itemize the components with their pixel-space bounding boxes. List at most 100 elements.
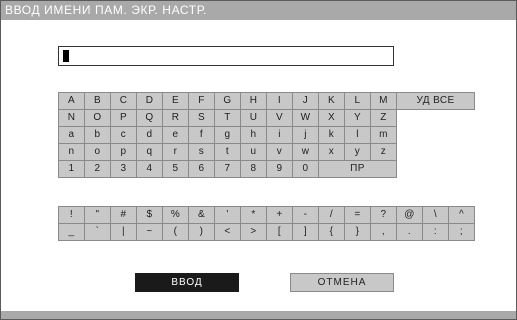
- char-key[interactable]: Z: [371, 110, 397, 127]
- symbol-key[interactable]: @: [397, 207, 423, 224]
- delete-all-key[interactable]: УД ВСЕ: [397, 93, 475, 110]
- symbol-key[interactable]: .: [397, 224, 423, 241]
- char-key[interactable]: r: [163, 144, 189, 161]
- char-key[interactable]: Y: [345, 110, 371, 127]
- char-key[interactable]: w: [293, 144, 319, 161]
- char-key[interactable]: k: [319, 127, 345, 144]
- char-key[interactable]: L: [345, 93, 371, 110]
- symbol-key[interactable]: }: [345, 224, 371, 241]
- char-key[interactable]: e: [163, 127, 189, 144]
- symbol-key[interactable]: _: [59, 224, 85, 241]
- symbol-key[interactable]: $: [137, 207, 163, 224]
- char-key[interactable]: 6: [189, 161, 215, 178]
- char-key[interactable]: y: [345, 144, 371, 161]
- char-key[interactable]: T: [215, 110, 241, 127]
- char-key[interactable]: d: [137, 127, 163, 144]
- symbol-key[interactable]: %: [163, 207, 189, 224]
- char-key[interactable]: p: [111, 144, 137, 161]
- symbol-key[interactable]: /: [319, 207, 345, 224]
- char-key[interactable]: M: [371, 93, 397, 110]
- symbol-key[interactable]: {: [319, 224, 345, 241]
- char-key[interactable]: O: [85, 110, 111, 127]
- char-key[interactable]: l: [345, 127, 371, 144]
- char-key[interactable]: U: [241, 110, 267, 127]
- char-key[interactable]: A: [59, 93, 85, 110]
- char-key[interactable]: I: [267, 93, 293, 110]
- char-key[interactable]: b: [85, 127, 111, 144]
- symbol-key[interactable]: ?: [371, 207, 397, 224]
- symbol-key[interactable]: &: [189, 207, 215, 224]
- char-key[interactable]: Q: [137, 110, 163, 127]
- symbol-key[interactable]: >: [241, 224, 267, 241]
- char-key[interactable]: B: [85, 93, 111, 110]
- char-key[interactable]: j: [293, 127, 319, 144]
- cancel-button[interactable]: ОТМЕНА: [290, 273, 394, 292]
- symbol-key[interactable]: ,: [371, 224, 397, 241]
- char-key[interactable]: q: [137, 144, 163, 161]
- symbol-key[interactable]: ~: [137, 224, 163, 241]
- char-key[interactable]: J: [293, 93, 319, 110]
- char-key[interactable]: h: [241, 127, 267, 144]
- char-key[interactable]: V: [267, 110, 293, 127]
- char-key[interactable]: 9: [267, 161, 293, 178]
- char-key[interactable]: R: [163, 110, 189, 127]
- char-key[interactable]: D: [137, 93, 163, 110]
- char-key[interactable]: i: [267, 127, 293, 144]
- char-key[interactable]: u: [241, 144, 267, 161]
- char-key[interactable]: K: [319, 93, 345, 110]
- space-key[interactable]: ПР: [319, 161, 397, 178]
- char-key[interactable]: a: [59, 127, 85, 144]
- enter-button[interactable]: ВВОД: [135, 273, 239, 292]
- text-cursor: [63, 50, 69, 62]
- char-key[interactable]: v: [267, 144, 293, 161]
- char-key[interactable]: 2: [85, 161, 111, 178]
- char-key[interactable]: f: [189, 127, 215, 144]
- char-key[interactable]: W: [293, 110, 319, 127]
- char-key[interactable]: 0: [293, 161, 319, 178]
- name-input[interactable]: [58, 46, 394, 66]
- char-key[interactable]: o: [85, 144, 111, 161]
- char-key[interactable]: H: [241, 93, 267, 110]
- char-key[interactable]: 8: [241, 161, 267, 178]
- symbol-key[interactable]: ;: [449, 224, 475, 241]
- symbol-key[interactable]: ': [215, 207, 241, 224]
- char-key[interactable]: 5: [163, 161, 189, 178]
- symbol-key[interactable]: ): [189, 224, 215, 241]
- symbol-key[interactable]: `: [85, 224, 111, 241]
- char-key[interactable]: x: [319, 144, 345, 161]
- symbol-key[interactable]: <: [215, 224, 241, 241]
- symbol-key[interactable]: [: [267, 224, 293, 241]
- symbol-key[interactable]: ]: [293, 224, 319, 241]
- symbol-key[interactable]: |: [111, 224, 137, 241]
- symbol-key[interactable]: (: [163, 224, 189, 241]
- char-key[interactable]: X: [319, 110, 345, 127]
- char-key[interactable]: t: [215, 144, 241, 161]
- char-key[interactable]: G: [215, 93, 241, 110]
- symbol-key[interactable]: ": [85, 207, 111, 224]
- char-key[interactable]: E: [163, 93, 189, 110]
- symbol-key[interactable]: *: [241, 207, 267, 224]
- char-key[interactable]: S: [189, 110, 215, 127]
- char-key[interactable]: C: [111, 93, 137, 110]
- char-key[interactable]: F: [189, 93, 215, 110]
- symbol-key[interactable]: #: [111, 207, 137, 224]
- symbol-key[interactable]: =: [345, 207, 371, 224]
- symbol-key[interactable]: +: [267, 207, 293, 224]
- symbol-key[interactable]: ^: [449, 207, 475, 224]
- symbol-key[interactable]: \: [423, 207, 449, 224]
- char-key[interactable]: g: [215, 127, 241, 144]
- symbol-key[interactable]: -: [293, 207, 319, 224]
- symbol-key[interactable]: :: [423, 224, 449, 241]
- char-key[interactable]: n: [59, 144, 85, 161]
- symbol-key[interactable]: !: [59, 207, 85, 224]
- char-key[interactable]: z: [371, 144, 397, 161]
- char-key[interactable]: P: [111, 110, 137, 127]
- char-key[interactable]: s: [189, 144, 215, 161]
- char-key[interactable]: 4: [137, 161, 163, 178]
- char-key[interactable]: 7: [215, 161, 241, 178]
- char-key[interactable]: m: [371, 127, 397, 144]
- char-key[interactable]: 3: [111, 161, 137, 178]
- char-key[interactable]: c: [111, 127, 137, 144]
- char-key[interactable]: N: [59, 110, 85, 127]
- char-key[interactable]: 1: [59, 161, 85, 178]
